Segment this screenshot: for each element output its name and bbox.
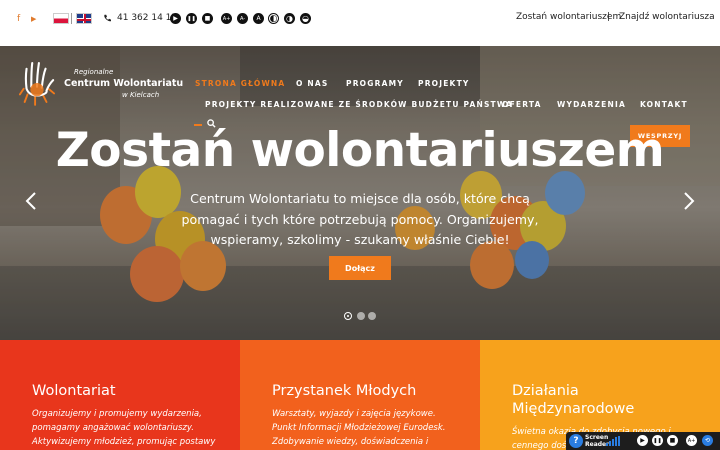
- nav-item-events[interactable]: WYDARZENIA: [557, 100, 626, 109]
- reader-pause-icon[interactable]: ❚❚: [652, 435, 663, 446]
- logo-hand-sun-icon: [18, 62, 56, 106]
- top-links-separator: |: [607, 12, 611, 22]
- hero-headline: Zostań wolontariuszem: [55, 123, 665, 178]
- join-button[interactable]: Dołącz: [329, 256, 391, 280]
- next-slide-arrow-icon[interactable]: [682, 191, 696, 211]
- reader-stop-icon[interactable]: ■: [667, 435, 678, 446]
- reader-play-icon[interactable]: ▶: [637, 435, 648, 446]
- card-title: Wolontariat: [32, 383, 116, 399]
- card-volunteering[interactable]: Wolontariat Organizujemy i promujemy wyd…: [0, 340, 240, 450]
- language-separator: [71, 13, 72, 24]
- find-volunteer-link[interactable]: Znajdź wolontariusza: [619, 12, 715, 22]
- card-text: Organizujemy i promujemy wydarzenia, pom…: [32, 409, 216, 447]
- nav-item-programs[interactable]: PROGRAMY: [346, 79, 404, 88]
- stop-icon[interactable]: ■: [202, 13, 213, 24]
- nav-item-about[interactable]: O NAS: [296, 79, 328, 88]
- card-title: Działania Międzynarodowe: [512, 383, 635, 417]
- top-bar: f ▶ 41 362 14 12 ▶ ❚❚ ■ A+ A- A ◐ ◑ ◒ Zo…: [0, 0, 720, 44]
- card-youth-stop[interactable]: Przystanek Młodych Warsztaty, wyjazdy i …: [240, 340, 480, 450]
- screen-reader-icon[interactable]: ?: [569, 434, 583, 448]
- font-increase-icon[interactable]: A+: [221, 13, 232, 24]
- font-decrease-icon[interactable]: A-: [237, 13, 248, 24]
- facebook-icon[interactable]: f: [17, 14, 20, 24]
- hero-lead: Centrum Wolontariatu to miejsce dla osób…: [181, 191, 539, 247]
- prev-slide-arrow-icon[interactable]: [24, 191, 38, 211]
- reader-toggle-icon[interactable]: ⟲: [702, 435, 713, 446]
- logo-line-1: Regionalne: [74, 68, 114, 76]
- nav-item-home[interactable]: STRONA GŁÓWNA: [195, 79, 285, 88]
- nav-item-offer[interactable]: OFERTA: [502, 100, 542, 109]
- slide-dot-2[interactable]: [357, 312, 365, 320]
- logo-line-2: Centrum Wolontariatu: [64, 78, 184, 89]
- phone-number[interactable]: 41 362 14 12: [103, 13, 177, 23]
- nav-item-state-budget-projects[interactable]: PROJEKTY REALIZOWANE ZE ŚRODKÓW BUDŻETU …: [205, 100, 513, 109]
- site-logo[interactable]: Regionalne Centrum Wolontariatu w Kielca…: [14, 54, 184, 114]
- grayscale-icon[interactable]: ◒: [300, 13, 311, 24]
- nav-item-contact[interactable]: KONTAKT: [640, 100, 688, 109]
- nav-item-projects[interactable]: PROJEKTY: [418, 79, 470, 88]
- volume-bars-icon[interactable]: [606, 436, 620, 446]
- phone-text: 41 362 14 12: [117, 13, 178, 23]
- youtube-icon[interactable]: ▶: [31, 15, 36, 23]
- high-contrast-icon[interactable]: ◐: [268, 13, 279, 24]
- english-flag-icon[interactable]: [76, 13, 92, 24]
- logo-line-3: w Kielcach: [122, 91, 160, 99]
- reader-settings-icon[interactable]: A+: [686, 435, 697, 446]
- card-text: Warsztaty, wyjazdy i zajęcia językowe. P…: [272, 409, 446, 447]
- card-title: Przystanek Młodych: [272, 383, 417, 399]
- contrast-icon[interactable]: ◑: [284, 13, 295, 24]
- font-reset-icon[interactable]: A: [253, 13, 264, 24]
- phone-icon: [104, 14, 111, 22]
- slide-dot-1[interactable]: [344, 312, 352, 320]
- polish-flag-icon[interactable]: [53, 13, 69, 24]
- pause-icon[interactable]: ❚❚: [186, 13, 197, 24]
- play-icon[interactable]: ▶: [170, 13, 181, 24]
- hero-slider: Regionalne Centrum Wolontariatu w Kielca…: [0, 46, 720, 340]
- slide-dot-3[interactable]: [368, 312, 376, 320]
- become-volunteer-link[interactable]: Zostań wolontariuszem: [516, 12, 621, 22]
